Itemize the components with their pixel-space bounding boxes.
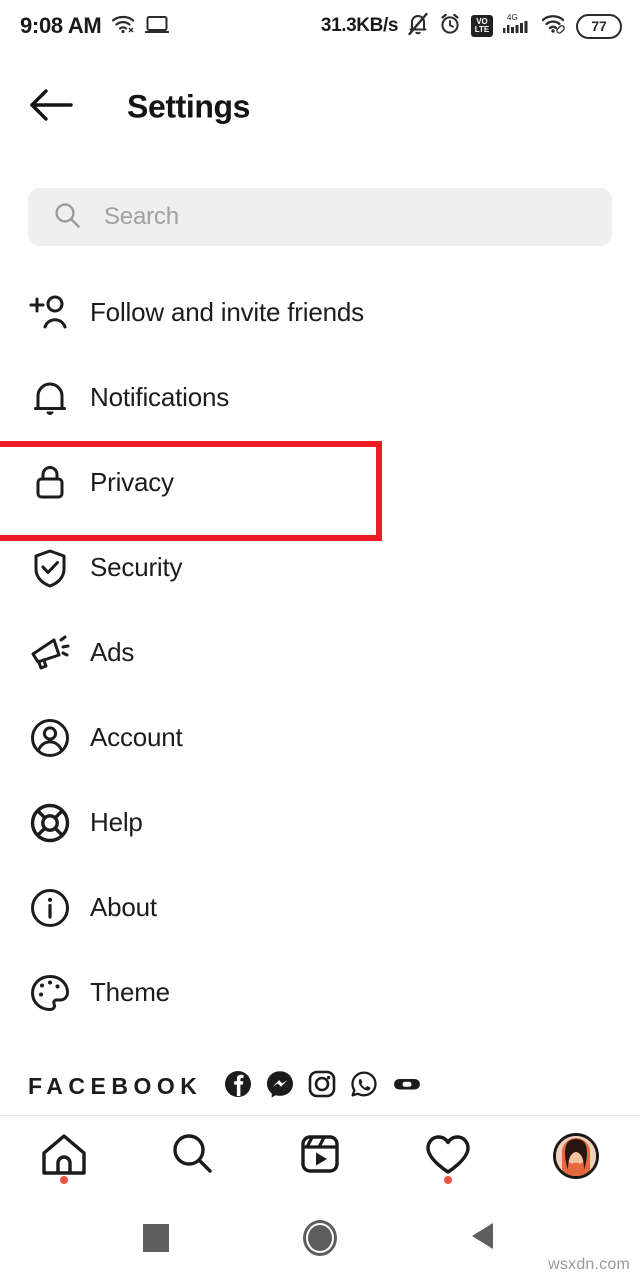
menu-item-label: Ads bbox=[90, 637, 135, 667]
cast-screen-icon bbox=[144, 14, 170, 39]
volte-icon: VO LTE bbox=[471, 15, 493, 37]
menu-item-privacy[interactable]: Privacy bbox=[0, 440, 640, 541]
palette-icon bbox=[28, 971, 72, 1015]
nav-item-reels[interactable] bbox=[256, 1116, 384, 1196]
bell-icon bbox=[28, 376, 72, 420]
bottom-navigation-bar bbox=[0, 1116, 640, 1196]
wifi-tethering-icon bbox=[541, 13, 567, 40]
facebook-brand-footer: FACEBOOK bbox=[28, 1070, 422, 1103]
oculus-icon[interactable] bbox=[392, 1070, 422, 1103]
alarm-clock-icon bbox=[438, 12, 462, 41]
menu-item-label: Follow and invite friends bbox=[90, 297, 364, 327]
phone-screen: 9:08 AM 31.3KB/s VO LTE 4G 77 Settings S… bbox=[0, 0, 640, 1280]
life-ring-icon bbox=[28, 801, 72, 845]
app-header: Settings bbox=[0, 52, 640, 162]
watermark: wsxdn.com bbox=[548, 1256, 630, 1273]
back-button[interactable] bbox=[456, 1210, 512, 1266]
avatar bbox=[553, 1133, 599, 1179]
menu-item-ads[interactable]: Ads bbox=[0, 610, 640, 695]
cellular-signal-icon: 4G bbox=[502, 12, 532, 41]
instagram-icon[interactable] bbox=[308, 1070, 336, 1103]
svg-text:4G: 4G bbox=[507, 13, 518, 22]
activity-badge-dot bbox=[444, 1176, 452, 1184]
home-icon bbox=[38, 1130, 90, 1183]
shield-check-icon bbox=[28, 546, 72, 590]
search-input[interactable]: Search bbox=[28, 188, 612, 246]
whatsapp-icon[interactable] bbox=[350, 1070, 378, 1103]
home-badge-dot bbox=[60, 1176, 68, 1184]
nav-item-profile[interactable] bbox=[512, 1116, 640, 1196]
wifi-icon bbox=[111, 14, 135, 39]
reels-icon bbox=[294, 1130, 346, 1183]
bell-muted-icon bbox=[407, 12, 429, 41]
menu-item-theme[interactable]: Theme bbox=[0, 950, 640, 1035]
back-button[interactable] bbox=[26, 85, 78, 129]
status-time: 9:08 AM bbox=[20, 13, 102, 38]
recents-button[interactable] bbox=[128, 1210, 184, 1266]
menu-item-help[interactable]: Help bbox=[0, 780, 640, 865]
menu-item-label: Account bbox=[90, 722, 183, 752]
volte-bottom: LTE bbox=[474, 25, 490, 34]
triangle-back-icon bbox=[469, 1220, 499, 1257]
arrow-left-icon bbox=[29, 88, 75, 127]
messenger-icon[interactable] bbox=[266, 1070, 294, 1103]
menu-item-label: Security bbox=[90, 552, 183, 582]
facebook-icon[interactable] bbox=[224, 1070, 252, 1103]
menu-item-follow-and-invite-friends[interactable]: Follow and invite friends bbox=[0, 270, 640, 355]
facebook-brand-label: FACEBOOK bbox=[28, 1073, 203, 1099]
search-placeholder: Search bbox=[104, 203, 179, 230]
status-bar: 9:08 AM 31.3KB/s VO LTE 4G 77 bbox=[0, 0, 640, 52]
info-circle-icon bbox=[28, 886, 72, 930]
settings-menu-list: Follow and invite friends Notifications bbox=[0, 270, 640, 1035]
menu-item-label: Help bbox=[90, 807, 143, 837]
status-bar-right: 31.3KB/s VO LTE 4G 77 bbox=[321, 12, 622, 41]
android-system-nav bbox=[0, 1196, 640, 1280]
nav-item-activity[interactable] bbox=[384, 1116, 512, 1196]
battery-level: 77 bbox=[591, 18, 607, 34]
nav-item-search[interactable] bbox=[128, 1116, 256, 1196]
menu-item-account[interactable]: Account bbox=[0, 695, 640, 780]
menu-item-label: Notifications bbox=[90, 382, 230, 412]
person-circle-icon bbox=[28, 716, 72, 760]
menu-item-label: About bbox=[90, 892, 157, 922]
square-icon bbox=[143, 1224, 169, 1252]
menu-item-label: Theme bbox=[90, 977, 170, 1007]
lock-icon bbox=[28, 461, 72, 505]
menu-item-notifications[interactable]: Notifications bbox=[0, 355, 640, 440]
heart-icon bbox=[422, 1130, 474, 1183]
home-button[interactable] bbox=[292, 1210, 348, 1266]
search-icon bbox=[52, 200, 82, 235]
brand-icon-group bbox=[224, 1070, 422, 1103]
circle-icon bbox=[303, 1220, 337, 1256]
search-icon bbox=[166, 1130, 218, 1183]
menu-item-security[interactable]: Security bbox=[0, 525, 640, 610]
battery-icon: 77 bbox=[576, 13, 622, 39]
menu-item-about[interactable]: About bbox=[0, 865, 640, 950]
page-title: Settings bbox=[127, 88, 251, 125]
person-add-icon bbox=[28, 291, 72, 335]
megaphone-icon bbox=[28, 631, 72, 675]
status-bar-left: 9:08 AM bbox=[20, 13, 170, 39]
network-speed: 31.3KB/s bbox=[320, 15, 398, 36]
menu-item-label: Privacy bbox=[90, 467, 174, 497]
nav-item-home[interactable] bbox=[0, 1116, 128, 1196]
